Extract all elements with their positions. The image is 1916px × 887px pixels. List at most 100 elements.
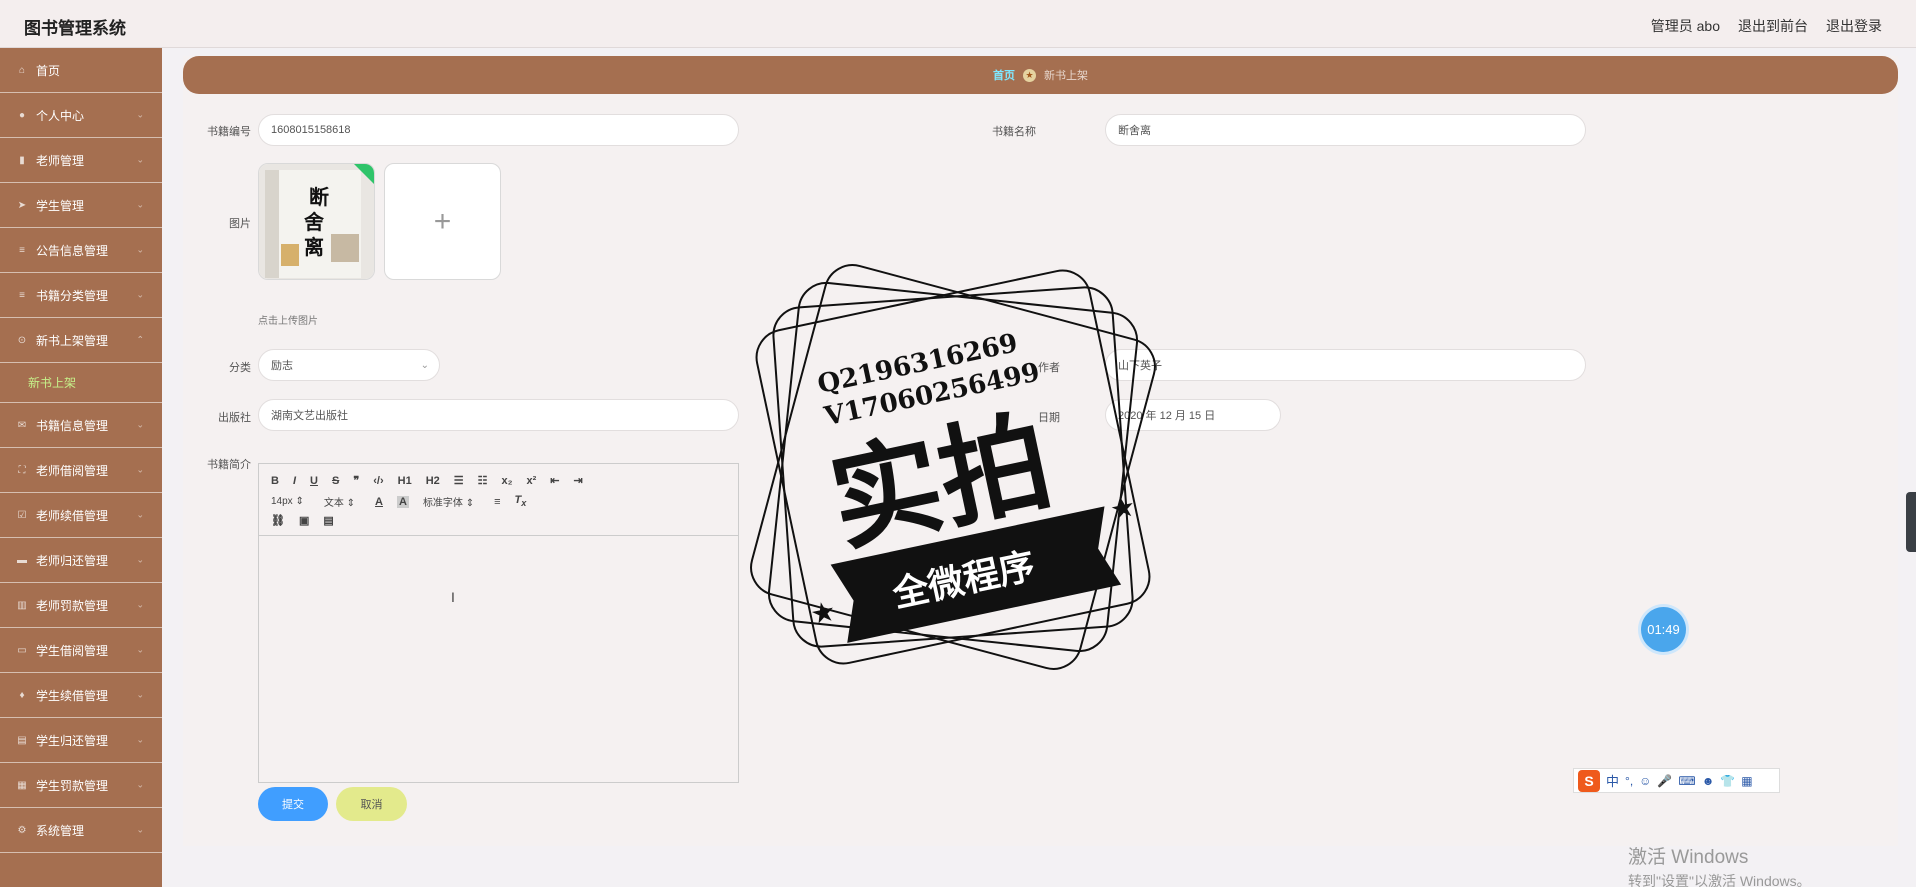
sidebar-item-label: 学生续借管理 — [36, 688, 109, 703]
sidebar-item-student-return[interactable]: ▤ 学生归还管理 ⌄ — [0, 718, 162, 763]
sidebar-item-teacher-renew[interactable]: ☑ 老师续借管理 ⌄ — [0, 493, 162, 538]
chevron-down-icon: ⌄ — [136, 289, 144, 300]
sidebar-item-teacher-fine[interactable]: ▥ 老师罚款管理 ⌄ — [0, 583, 162, 628]
logout-link[interactable]: 退出登录 — [1826, 16, 1882, 36]
sidebar-item-book-info[interactable]: ✉ 书籍信息管理 ⌄ — [0, 403, 162, 448]
sidebar-item-notice[interactable]: ≡ 公告信息管理 ⌄ — [0, 228, 162, 273]
gear-icon: ⚙ — [17, 824, 27, 836]
sidebar-item-label: 新书上架管理 — [36, 333, 109, 348]
exit-to-front-link[interactable]: 退出到前台 — [1738, 16, 1808, 36]
underline-button[interactable]: U — [310, 475, 318, 487]
submenu-item-new-books[interactable]: 新书上架 — [0, 363, 162, 403]
chevron-down-icon: ⌄ — [136, 109, 144, 120]
sidebar-item-teacher[interactable]: ▮ 老师管理 ⌄ — [0, 138, 162, 183]
sidebar-item-label: 学生归还管理 — [36, 733, 109, 748]
breadcrumb: 首页 ★ 新书上架 — [183, 56, 1898, 94]
activate-subtitle: 转到"设置"以激活 Windows。 — [1628, 873, 1811, 887]
cover-char-3: 离 — [304, 235, 324, 259]
uploaded-book-cover[interactable]: 断 舍 离 — [258, 163, 375, 280]
text-style-select[interactable]: 文本 ⇕ — [324, 494, 355, 509]
rich-text-editor[interactable]: B I U S ❞ ‹/› H1 H2 ☰ ☷ x₂ x² ⇤ ⇥ 14px ⇕… — [258, 463, 739, 783]
upload-add-button[interactable]: + — [384, 163, 501, 280]
blockquote-button[interactable]: ❞ — [353, 474, 359, 487]
strike-button[interactable]: S — [332, 475, 339, 487]
subscript-button[interactable]: x₂ — [502, 475, 513, 487]
category-select[interactable]: 励志 ⌄ — [258, 349, 440, 381]
emoji-icon[interactable]: ☺ — [1639, 774, 1651, 788]
punctuation-icon[interactable]: °, — [1625, 774, 1633, 788]
book-name-input[interactable]: 断舍离 — [1105, 114, 1586, 146]
ordered-list-button[interactable]: ☰ — [454, 474, 464, 487]
chevron-down-icon: ⌄ — [136, 599, 144, 610]
sidebar-item-teacher-return[interactable]: ▬ 老师归还管理 ⌄ — [0, 538, 162, 583]
sidebar-item-home[interactable]: ⌂ 首页 — [0, 48, 162, 93]
link-icon[interactable]: ⛓ — [271, 514, 285, 527]
bold-button[interactable]: B — [271, 475, 279, 487]
admin-user-label[interactable]: 管理员 abo — [1651, 16, 1720, 36]
author-input[interactable]: 山下英子 — [1105, 349, 1586, 381]
book-no-input[interactable]: 1608015158618 — [258, 114, 739, 146]
chevron-up-icon: ⌃ — [136, 334, 144, 345]
clear-format-icon[interactable]: Tx — [515, 494, 527, 508]
chevron-down-icon: ⌄ — [136, 244, 144, 255]
screen-icon: ▭ — [17, 644, 27, 656]
activate-title: 激活 Windows — [1628, 847, 1749, 868]
sidebar-item-student-borrow[interactable]: ▭ 学生借阅管理 ⌄ — [0, 628, 162, 673]
superscript-button[interactable]: x² — [527, 475, 537, 487]
sidebar-item-label: 老师管理 — [36, 153, 85, 168]
breadcrumb-current: 新书上架 — [1044, 70, 1088, 82]
sidebar-item-student[interactable]: ➤ 学生管理 ⌄ — [0, 183, 162, 228]
chevron-down-icon: ⌄ — [136, 779, 144, 790]
sidebar-item-new-books[interactable]: ⊙ 新书上架管理 ⌃ — [0, 318, 162, 363]
sidebar-item-student-fine[interactable]: ▦ 学生罚款管理 ⌄ — [0, 763, 162, 808]
sidebar-item-category[interactable]: ≡ 书籍分类管理 ⌄ — [0, 273, 162, 318]
floating-timer[interactable]: 01:49 — [1641, 607, 1686, 652]
sidebar-item-teacher-borrow[interactable]: ⛶ 老师借阅管理 ⌄ — [0, 448, 162, 493]
sidebar-item-personal-center[interactable]: ● 个人中心 ⌄ — [0, 93, 162, 138]
user-icon[interactable]: ☻ — [1702, 774, 1715, 788]
shirt-icon[interactable]: 👕 — [1720, 774, 1735, 788]
publisher-label: 出版社 — [218, 412, 251, 424]
list-icon: ≡ — [19, 244, 25, 256]
cancel-button[interactable]: 取消 — [336, 787, 407, 821]
image-icon[interactable]: ▣ — [299, 514, 309, 527]
sidebar-item-label: 书籍分类管理 — [36, 288, 109, 303]
sidebar-item-system[interactable]: ⚙ 系统管理 ⌄ — [0, 808, 162, 853]
app-title: 图书管理系统 — [24, 19, 126, 38]
expand-icon: ⛶ — [18, 464, 26, 476]
font-color-icon[interactable]: A — [375, 496, 383, 508]
grid-icon[interactable]: ▦ — [1741, 774, 1752, 788]
top-links: 管理员 abo 退出到前台 退出登录 — [1651, 16, 1882, 36]
font-family-select[interactable]: 标准字体 ⇕ — [423, 494, 474, 509]
chart-icon: ▥ — [17, 599, 27, 611]
code-button[interactable]: ‹/› — [373, 475, 383, 487]
font-size-select[interactable]: 14px ⇕ — [271, 496, 304, 507]
grid-icon: ▦ — [17, 779, 27, 791]
sidebar: ⌂ 首页 ● 个人中心 ⌄ ▮ 老师管理 ⌄ ➤ 学生管理 ⌄ ≡ 公告信息管理… — [0, 48, 162, 887]
video-icon[interactable]: ▤ — [323, 514, 333, 527]
sidebar-item-label: 公告信息管理 — [36, 243, 109, 258]
background-color-icon[interactable]: A — [396, 495, 409, 508]
sidebar-item-label: 学生管理 — [36, 198, 85, 213]
side-drawer-tab[interactable] — [1906, 492, 1916, 552]
keyboard-icon[interactable]: ⌨ — [1678, 774, 1695, 788]
italic-button[interactable]: I — [293, 475, 296, 487]
submit-button[interactable]: 提交 — [258, 787, 328, 821]
publisher-input[interactable]: 湖南文艺出版社 — [258, 399, 739, 431]
h2-button[interactable]: H2 — [426, 475, 440, 487]
align-icon[interactable]: ≡ — [494, 496, 500, 508]
book-name-label: 书籍名称 — [992, 126, 1036, 138]
indent-button[interactable]: ⇥ — [574, 474, 583, 487]
plus-icon: + — [433, 204, 452, 238]
intro-label: 书籍简介 — [207, 459, 251, 471]
h1-button[interactable]: H1 — [398, 475, 412, 487]
card-icon: ▬ — [17, 554, 27, 566]
chevron-down-icon: ⌄ — [136, 464, 144, 475]
ime-toolbar: S 中 °, ☺ 🎤 ⌨ ☻ 👕 ▦ — [1573, 768, 1780, 793]
outdent-button[interactable]: ⇤ — [550, 474, 559, 487]
breadcrumb-home[interactable]: 首页 — [993, 67, 1015, 83]
sidebar-item-student-renew[interactable]: ♦ 学生续借管理 ⌄ — [0, 673, 162, 718]
mic-icon[interactable]: 🎤 — [1657, 774, 1672, 788]
ime-mode[interactable]: 中 — [1606, 771, 1619, 790]
bullet-list-button[interactable]: ☷ — [478, 474, 488, 487]
